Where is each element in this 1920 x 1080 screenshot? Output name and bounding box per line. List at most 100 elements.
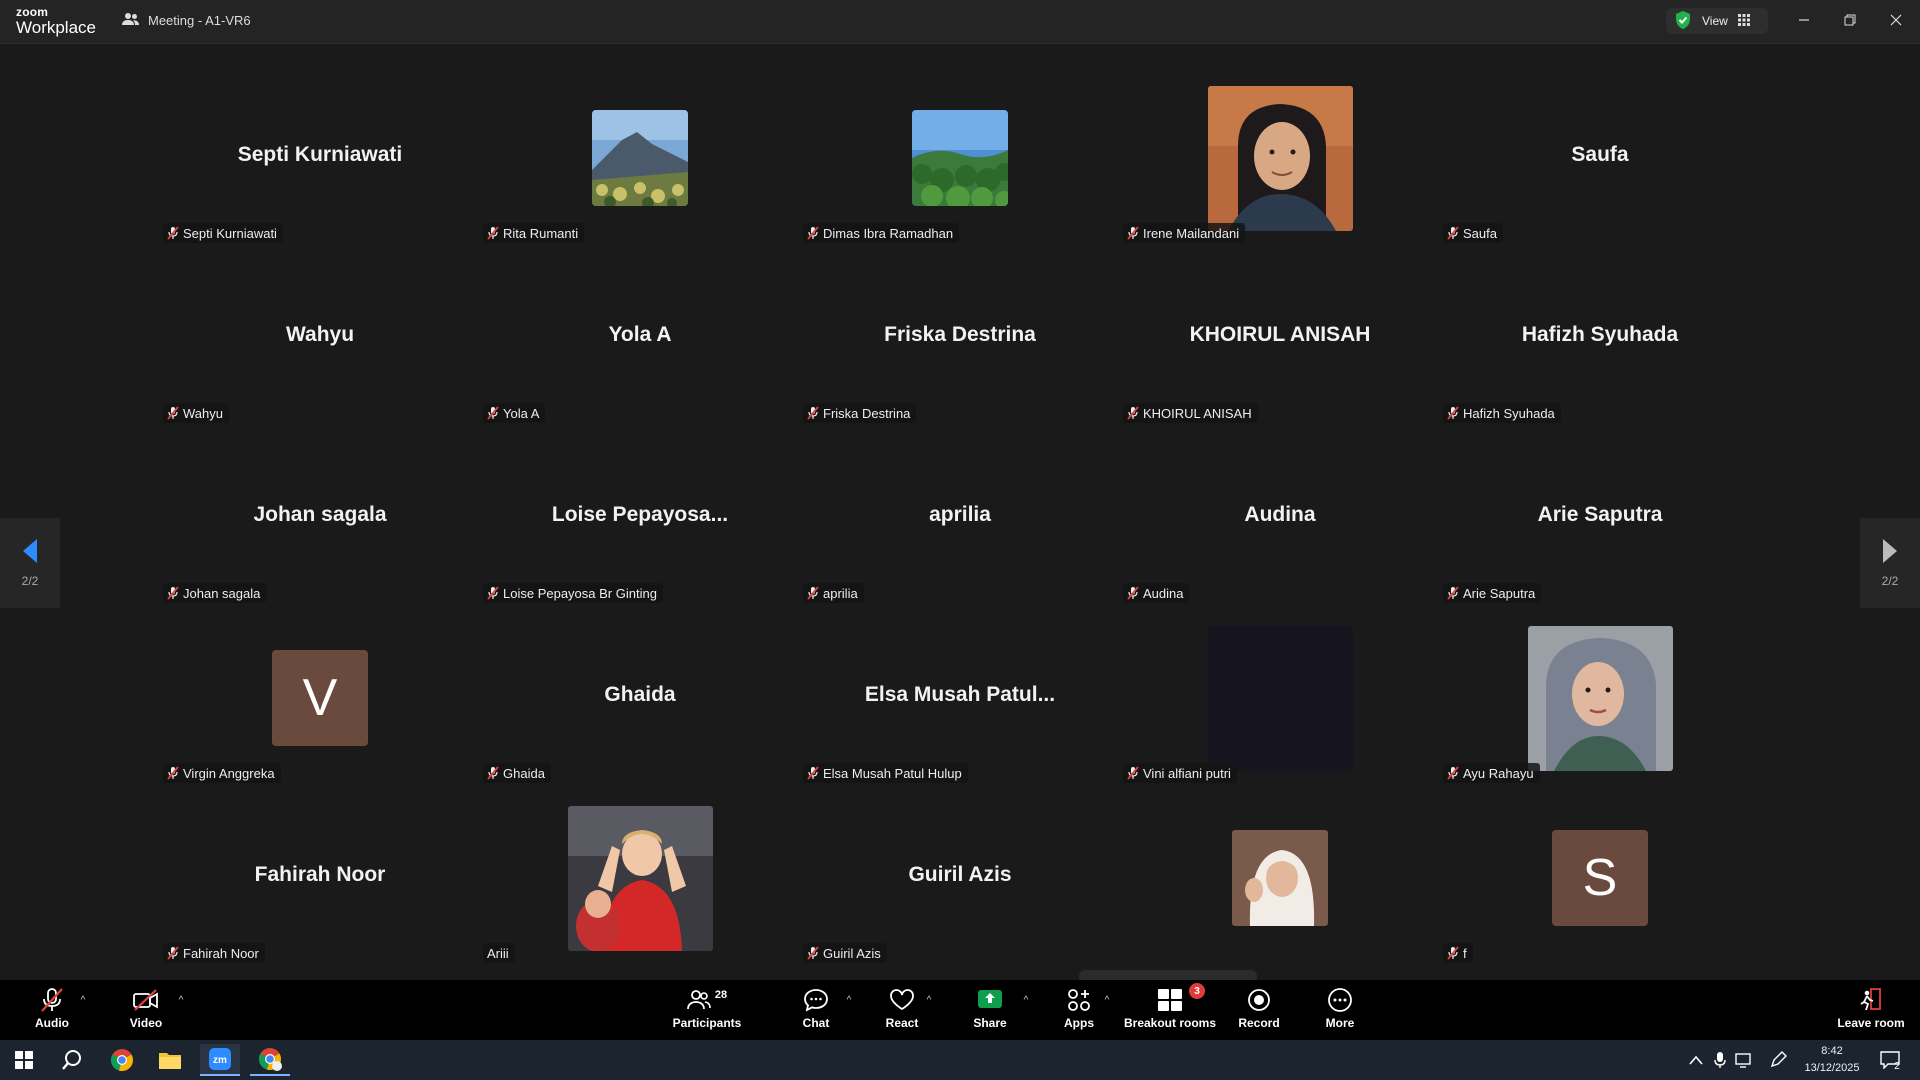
participant-name-tag: Virgin Anggreka — [163, 763, 281, 783]
share-options-chevron-icon[interactable]: ^ — [1019, 994, 1033, 1006]
system-clock[interactable]: 8:42 13/12/2025 — [1797, 1043, 1867, 1077]
leave-room-button[interactable]: Leave room — [1832, 986, 1910, 1036]
breakout-badge: 3 — [1189, 983, 1205, 999]
participant-tile[interactable]: Audina Audina — [1120, 425, 1440, 605]
record-button[interactable]: Record — [1233, 986, 1285, 1036]
mic-muted-icon — [39, 986, 65, 1014]
react-button[interactable]: React — [877, 986, 927, 1036]
participant-name-tag: Ghaida — [483, 763, 551, 783]
participant-name-tag: Elsa Musah Patul Hulup — [803, 763, 968, 783]
participant-tile[interactable]: Arie Saputra Arie Saputra — [1440, 425, 1760, 605]
participant-tile[interactable]: Dimas Ibra Ramadhan — [800, 65, 1120, 245]
participant-name-tag: KHOIRUL ANISAH — [1123, 403, 1258, 423]
chrome-profile-icon[interactable] — [250, 1044, 290, 1076]
chat-button[interactable]: Chat — [792, 986, 840, 1036]
participant-name: Ariii — [487, 945, 509, 961]
participant-tile[interactable]: Wahyu Wahyu — [160, 245, 480, 425]
participant-tile[interactable]: aprilia aprilia — [800, 425, 1120, 605]
participant-tile[interactable]: Ghaida Ghaida — [480, 605, 800, 785]
microphone-tray-icon[interactable] — [1708, 1044, 1732, 1076]
participant-tile[interactable]: Irene Mailandani — [1120, 65, 1440, 245]
mic-off-icon — [167, 226, 179, 240]
participant-name-tag: f — [1443, 943, 1473, 963]
participant-tile[interactable] — [1120, 785, 1440, 965]
share-button[interactable]: Share — [965, 986, 1015, 1036]
apps-button[interactable]: Apps — [1054, 986, 1104, 1036]
participant-name: Guiril Azis — [823, 945, 881, 961]
participant-name: Ayu Rahayu — [1463, 765, 1534, 781]
view-button[interactable]: View — [1666, 8, 1768, 34]
participant-display-name: Loise Pepayosa... — [551, 503, 729, 526]
participant-name-tag: Ariii — [483, 943, 515, 963]
participant-name-tag: Friska Destrina — [803, 403, 917, 423]
participant-name-tag: Fahirah Noor — [163, 943, 265, 963]
dark-photo — [1208, 626, 1353, 771]
participant-tile[interactable]: Fahirah Noor Fahirah Noor — [160, 785, 480, 965]
more-label: More — [1325, 1016, 1355, 1030]
participant-tile[interactable]: KHOIRUL ANISAH KHOIRUL ANISAH — [1120, 245, 1440, 425]
file-explorer-icon[interactable] — [150, 1044, 190, 1076]
react-options-chevron-icon[interactable]: ^ — [922, 994, 936, 1006]
audio-options-chevron-icon[interactable]: ^ — [76, 994, 90, 1006]
network-icon[interactable] — [1732, 1044, 1756, 1076]
participant-tile[interactable]: Rita Rumanti — [480, 65, 800, 245]
participant-display-name: Wahyu — [285, 323, 355, 346]
zoom-logo: zoom Workplace — [16, 6, 96, 36]
audio-button[interactable]: Audio — [26, 986, 78, 1036]
participant-tile[interactable]: S f — [1440, 785, 1760, 965]
clock-time: 8:42 — [1821, 1045, 1843, 1057]
participant-name-tag: Saufa — [1443, 223, 1503, 243]
participant-tile[interactable]: Septi Kurniawati Septi Kurniawati — [160, 65, 480, 245]
video-label: Video — [129, 1016, 163, 1030]
chrome-icon[interactable] — [102, 1044, 142, 1076]
participant-name-tag: Loise Pepayosa Br Ginting — [483, 583, 663, 603]
participant-tile[interactable]: Ayu Rahayu — [1440, 605, 1760, 785]
participant-tile[interactable]: Hafizh Syuhada Hafizh Syuhada — [1440, 245, 1760, 425]
search-icon[interactable] — [52, 1044, 92, 1076]
breakout-rooms-button[interactable]: 3 Breakout rooms — [1123, 983, 1217, 1036]
prev-page-button[interactable]: 2/2 — [0, 518, 60, 608]
participant-tile[interactable]: Guiril Azis Guiril Azis — [800, 785, 1120, 965]
windows-start-icon[interactable] — [4, 1044, 44, 1076]
participant-tile[interactable]: Friska Destrina Friska Destrina — [800, 245, 1120, 425]
participant-name: Audina — [1143, 585, 1184, 601]
minimize-icon[interactable] — [1789, 8, 1819, 32]
participant-tile[interactable]: Yola A Yola A — [480, 245, 800, 425]
zoom-taskbar-icon[interactable]: zm — [200, 1044, 240, 1076]
video-options-chevron-icon[interactable]: ^ — [174, 994, 188, 1006]
chat-options-chevron-icon[interactable]: ^ — [842, 994, 856, 1006]
restore-icon[interactable] — [1835, 8, 1865, 32]
participant-tile[interactable]: Loise Pepayosa... Loise Pepayosa Br Gint… — [480, 425, 800, 605]
meeting-info[interactable]: Meeting - A1-VR6 — [122, 12, 251, 29]
video-gallery: 2/2 2/2 Septi Kurniawati Septi Kurniawat… — [0, 45, 1920, 1024]
breakout-label: Breakout rooms — [1123, 1016, 1217, 1030]
more-button[interactable]: More — [1318, 986, 1362, 1036]
participant-tile[interactable]: Ariii — [480, 785, 800, 965]
participant-tile[interactable]: Johan sagala Johan sagala — [160, 425, 480, 605]
participant-name-tag: Johan sagala — [163, 583, 267, 603]
participant-tile[interactable]: V Virgin Anggreka — [160, 605, 480, 785]
pen-icon[interactable] — [1766, 1044, 1790, 1076]
apps-options-chevron-icon[interactable]: ^ — [1100, 994, 1114, 1006]
participant-name: Vini alfiani putri — [1143, 765, 1231, 781]
notifications-icon[interactable]: 2 — [1872, 1044, 1908, 1076]
next-page-button[interactable]: 2/2 — [1860, 518, 1920, 608]
share-screen-icon — [977, 986, 1003, 1014]
mic-off-icon — [1127, 406, 1139, 420]
participant-tile[interactable]: Elsa Musah Patul... Elsa Musah Patul Hul… — [800, 605, 1120, 785]
participant-display-name: Fahirah Noor — [254, 863, 386, 886]
participant-display-name: Septi Kurniawati — [237, 143, 403, 166]
participant-tile[interactable]: Vini alfiani putri — [1120, 605, 1440, 785]
hijab-photo — [1232, 830, 1328, 926]
mic-off-icon — [487, 766, 499, 780]
mic-off-icon — [1447, 406, 1459, 420]
more-icon — [1327, 986, 1353, 1014]
tray-chevron-up-icon[interactable] — [1684, 1044, 1708, 1076]
close-icon[interactable] — [1881, 8, 1911, 32]
participants-button[interactable]: 28 Participants — [670, 986, 744, 1036]
portrait-photo — [1208, 86, 1353, 231]
participant-tile[interactable]: Saufa Saufa — [1440, 65, 1760, 245]
participant-name: Wahyu — [183, 405, 223, 421]
heart-icon — [889, 986, 915, 1014]
video-button[interactable]: Video — [120, 986, 172, 1036]
